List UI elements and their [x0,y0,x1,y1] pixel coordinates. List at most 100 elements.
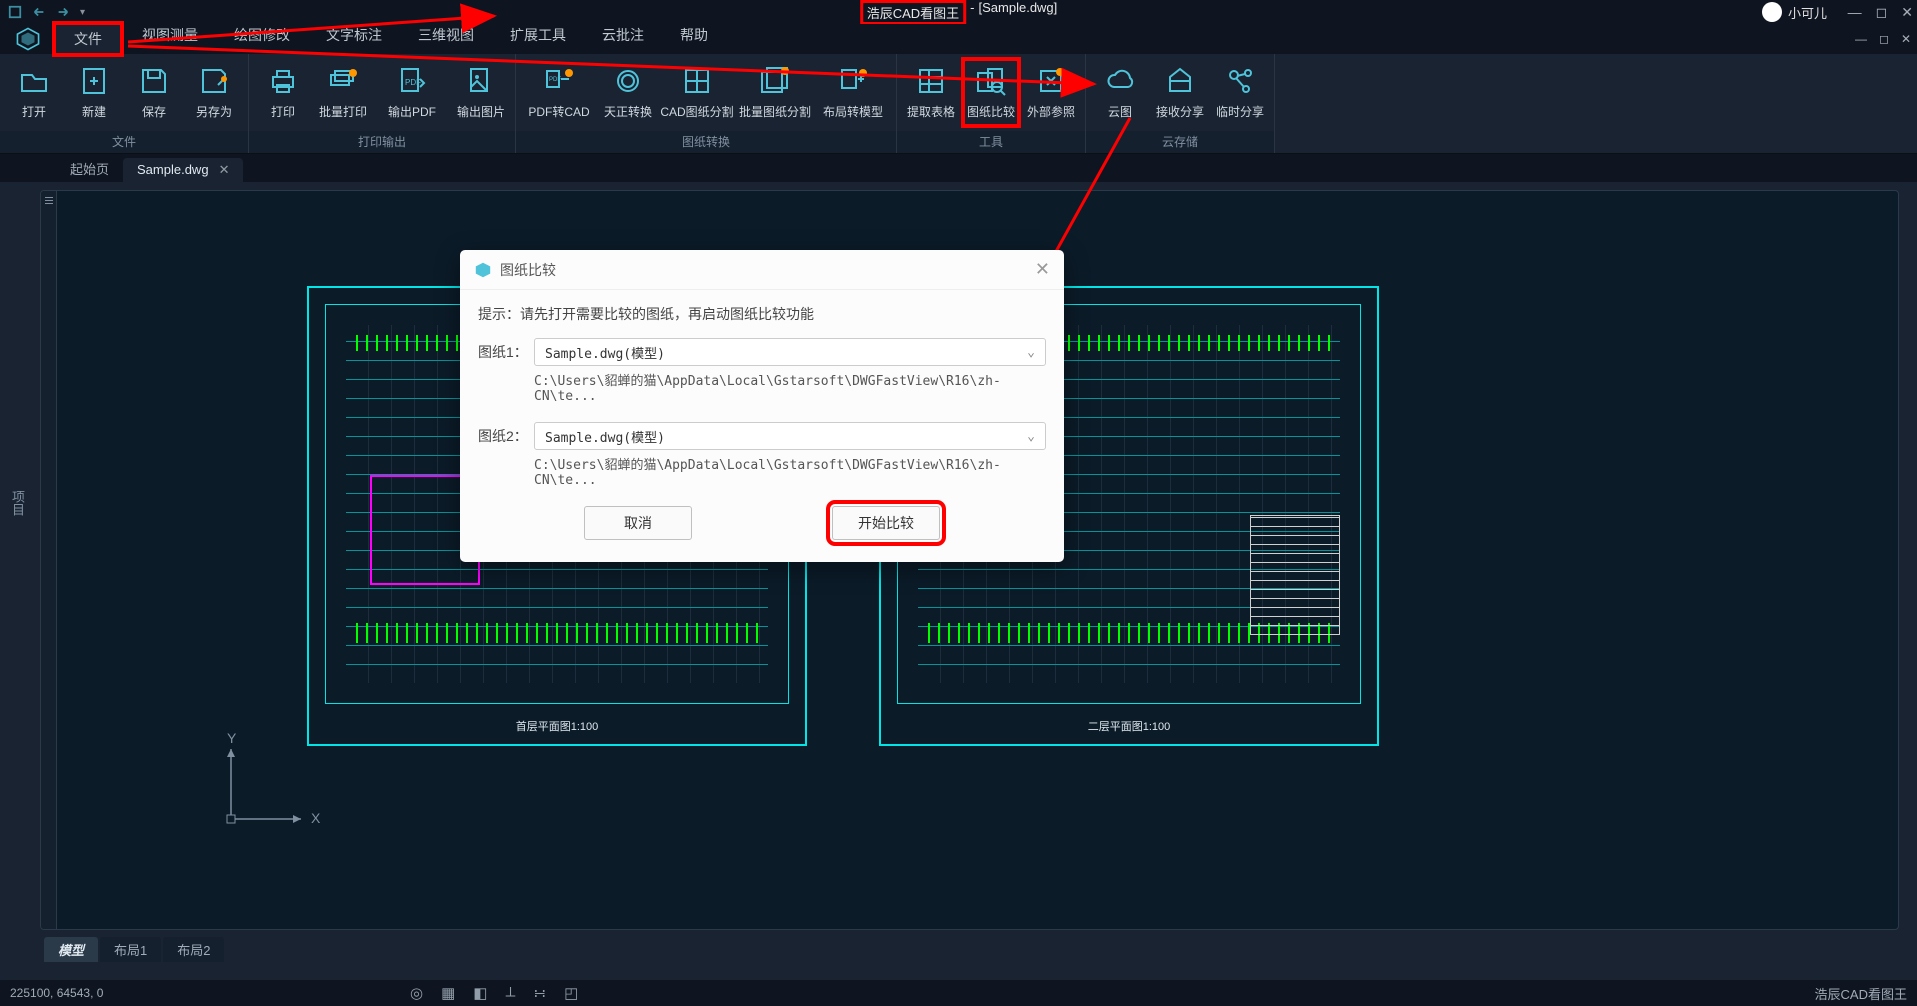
drawing1-label: 图纸1： [478,342,534,362]
ribbon-pdf2cad-button[interactable]: PDFPDF转CAD [520,61,598,124]
xref-icon [1035,65,1067,97]
ribbon-group-工具: 工具 [897,131,1085,153]
ribbon-batch-split-button[interactable]: 批量图纸分割 [736,61,814,124]
cloud-icon [1104,65,1136,97]
dialog-titlebar: 图纸比较 ✕ [460,250,1064,290]
close-button[interactable]: ✕ [1901,4,1913,21]
ribbon-tz-convert-button[interactable]: 天正转换 [598,61,658,124]
batch-split-icon [759,65,791,97]
layout-tab-布局2[interactable]: 布局2 [163,937,224,962]
cancel-button[interactable]: 取消 [584,506,692,540]
ribbon-export-pdf-button[interactable]: PDF输出PDF [373,61,451,124]
polar-icon[interactable]: ∺ [533,984,546,1002]
save-icon [138,65,170,97]
drawing2-path: C:\Users\貂蝉的猫\AppData\Local\Gstarsoft\DW… [534,454,1046,488]
app-name: 浩辰CAD看图王 [860,0,966,25]
layout-tab-布局1[interactable]: 布局1 [100,937,161,962]
ribbon-group-打印输出: 打印输出 [249,131,515,153]
ribbon-new-button[interactable]: 新建 [64,61,124,124]
ribbon-print-button[interactable]: 打印 [253,61,313,124]
drawing2-row: 图纸2： Sample.dwg(模型) [478,422,1046,450]
ribbon-open-button[interactable]: 打开 [4,61,64,124]
redo-icon[interactable] [56,5,70,19]
app-logo[interactable] [4,24,52,54]
dialog-body: 提示：请先打开需要比较的图纸，再启动图纸比较功能 图纸1： Sample.dwg… [460,290,1064,562]
ribbon-batch-print-button[interactable]: 批量打印 [313,61,373,124]
layout2model-icon [837,65,869,97]
svg-text:Y: Y [227,730,237,746]
user-area[interactable]: 小可儿 [1762,2,1827,22]
status-bar: 225100, 64543, 0 ◎ ▦ ◧ ⟂ ∺ ◰ 浩辰CAD看图王 [0,980,1917,1006]
export-img-icon [465,65,497,97]
layout-tab-模型[interactable]: 模型 [44,937,98,962]
ribbon-saveas-button[interactable]: 另存为 [184,61,244,124]
drawing2-label: 图纸2： [478,426,534,446]
ribbon-save-button[interactable]: 保存 [124,61,184,124]
target-icon[interactable]: ◎ [410,984,423,1002]
extract-table-icon [915,65,947,97]
ribbon-extract-table-button[interactable]: 提取表格 [901,61,961,124]
compare-icon [975,65,1007,97]
panel-grip[interactable] [41,191,57,929]
saveas-icon [198,65,230,97]
ribbon-cad-split-button[interactable]: CAD图纸分割 [658,61,736,124]
save-icon[interactable] [8,5,22,19]
qat-dropdown-icon[interactable]: ▾ [80,7,85,18]
svg-text:X: X [311,810,321,826]
menu-文字标注[interactable]: 文字标注 [308,21,400,57]
tab-close-icon[interactable]: ✕ [219,162,230,177]
drawing-1-label: 首层平面图1:100 [516,718,599,734]
menu-扩展工具[interactable]: 扩展工具 [492,21,584,57]
window-controls: — ◻ ✕ [1848,4,1913,21]
ribbon-export-img-button[interactable]: 输出图片 [451,61,511,124]
compare-dialog: 图纸比较 ✕ 提示：请先打开需要比较的图纸，再启动图纸比较功能 图纸1： Sam… [460,250,1064,562]
osnap-icon[interactable]: ◰ [564,984,578,1002]
dialog-buttons: 取消 开始比较 [478,506,1046,540]
drawing1-row: 图纸1： Sample.dwg(模型) [478,338,1046,366]
ribbon-layout2model-button[interactable]: 布局转模型 [814,61,892,124]
ucs-icon: X Y [211,729,331,849]
ribbon-xref-button[interactable]: 外部参照 [1021,61,1081,124]
export-pdf-icon: PDF [396,65,428,97]
ribbon-group-文件: 文件 [0,131,248,153]
undo-icon[interactable] [32,5,46,19]
cad-split-icon [681,65,713,97]
menu-文件[interactable]: 文件 [52,21,124,57]
menu-帮助[interactable]: 帮助 [662,21,726,57]
drawing1-select[interactable]: Sample.dwg(模型) [534,338,1046,366]
ribbon-compare-button[interactable]: 图纸比较 [961,57,1021,128]
child-restore-icon[interactable]: ◻ [1879,32,1889,46]
tab-Sample.dwg[interactable]: Sample.dwg✕ [123,158,243,182]
user-name: 小可儿 [1788,3,1827,22]
menu-视图测量[interactable]: 视图测量 [124,21,216,57]
maximize-button[interactable]: ◻ [1876,4,1888,21]
minimize-button[interactable]: — [1848,4,1862,21]
menu-三维视图[interactable]: 三维视图 [400,21,492,57]
ribbon-cloud-button[interactable]: 云图 [1090,61,1150,124]
temp-share-icon [1224,65,1256,97]
child-minimize-icon[interactable]: — [1855,32,1867,46]
avatar [1762,2,1782,22]
status-tools: ◎ ▦ ◧ ⟂ ∺ ◰ [410,984,578,1002]
start-compare-button[interactable]: 开始比较 [832,506,940,540]
pdf2cad-icon: PDF [543,65,575,97]
dialog-icon [474,261,492,279]
quick-access-toolbar: ▾ [8,5,85,19]
project-panel-label[interactable]: 项目 [8,490,27,516]
ortho-icon[interactable]: ⟂ [505,984,515,1002]
menu-right-controls: — ◻ ✕ [1855,32,1911,46]
ribbon-recv-share-button[interactable]: 接收分享 [1150,61,1210,124]
dialog-hint: 提示：请先打开需要比较的图纸，再启动图纸比较功能 [478,304,1046,324]
menu-绘图修改[interactable]: 绘图修改 [216,21,308,57]
menu-云批注[interactable]: 云批注 [584,21,662,57]
ribbon-temp-share-button[interactable]: 临时分享 [1210,61,1270,124]
svg-text:PDF: PDF [549,77,561,83]
child-close-icon[interactable]: ✕ [1901,32,1911,46]
tab-起始页[interactable]: 起始页 [56,155,123,182]
ribbon-group-图纸转换: 图纸转换 [516,131,896,153]
drawing2-select[interactable]: Sample.dwg(模型) [534,422,1046,450]
dialog-close-button[interactable]: ✕ [1035,259,1050,280]
grid-icon[interactable]: ▦ [441,984,455,1002]
snap-icon[interactable]: ◧ [473,984,487,1002]
svg-text:PDF: PDF [405,78,421,87]
